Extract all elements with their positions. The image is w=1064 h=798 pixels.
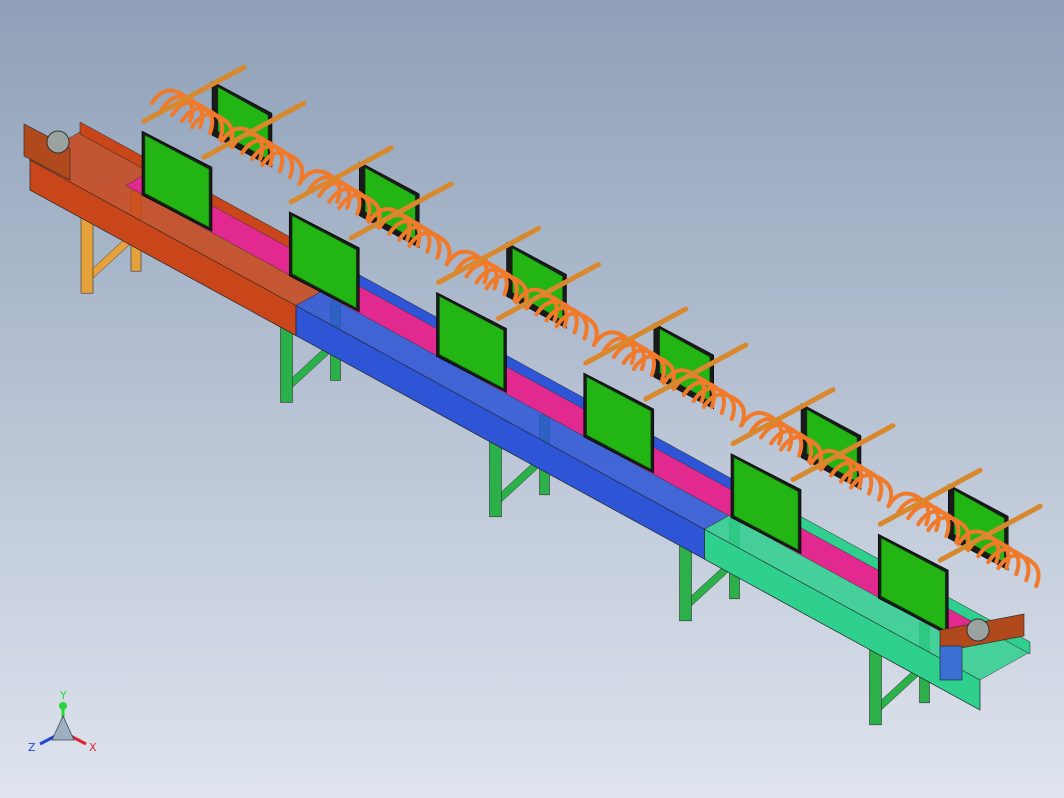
triad-y-label: Y — [59, 689, 67, 702]
cad-viewport[interactable]: Y X Z — [0, 0, 1064, 798]
triad-origin-icon — [59, 702, 67, 710]
leg-post — [869, 644, 882, 726]
motor-mount — [939, 645, 963, 681]
left-pulley-icon — [46, 130, 70, 154]
leg-post — [80, 212, 94, 294]
leg-post — [489, 436, 502, 518]
conveyor-model[interactable]: Y X Z — [0, 0, 1064, 798]
leg-post — [679, 540, 692, 622]
triad-x-label: X — [89, 741, 97, 754]
right-pulley-icon — [966, 618, 990, 642]
triad-z-label: Z — [28, 741, 36, 754]
leg-post — [280, 322, 293, 403]
